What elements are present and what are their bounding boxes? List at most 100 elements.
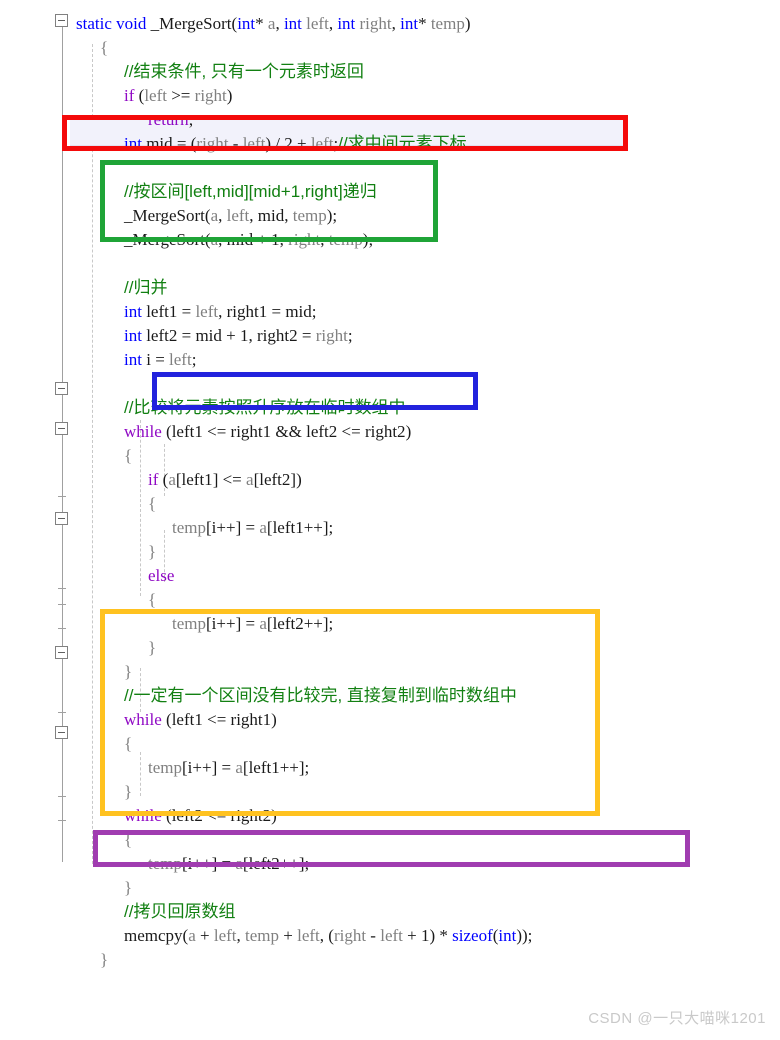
csdn-watermark: CSDN @一只大喵咪1201 [588, 1010, 766, 1027]
code-token: ); [362, 230, 374, 249]
code-line: } [124, 660, 132, 684]
code-token: while [124, 806, 162, 825]
code-token: int [124, 302, 142, 321]
code-line: //一定有一个区间没有比较完, 直接复制到临时数组中 [124, 684, 517, 708]
fold-toggle-function[interactable] [55, 14, 68, 27]
code-token: ; [188, 110, 194, 129]
code-token: int [337, 14, 356, 33]
code-line: } [148, 540, 156, 564]
code-token: left1 [171, 710, 203, 729]
code-token: { [124, 830, 133, 849]
code-token: ] <= [212, 470, 247, 489]
code-token: ( [134, 86, 145, 105]
code-token: right2 [364, 422, 406, 441]
code-token: right [359, 14, 392, 33]
fold-margin [0, 0, 70, 1040]
code-token: ) [271, 806, 277, 825]
code-token: , [275, 14, 284, 33]
code-line: { [100, 36, 108, 60]
code-line: //拷贝回原数组 [124, 900, 235, 924]
fold-end-tick [58, 796, 66, 797]
code-token: ) * [429, 926, 453, 945]
code-token: right1 [230, 422, 272, 441]
code-token: left1 [248, 758, 280, 777]
fold-toggle-while-merge[interactable] [55, 382, 68, 395]
code-token: + [195, 926, 214, 945]
code-token: , [320, 230, 329, 249]
fold-end-tick [58, 820, 66, 821]
code-token: static [76, 14, 112, 33]
code-token: temp [148, 758, 182, 777]
code-token: = [177, 302, 196, 321]
code-token: left [306, 14, 329, 33]
code-line: { [148, 588, 156, 612]
code-token: memcpy [124, 926, 183, 945]
code-token: sizeof [452, 926, 493, 945]
code-token: ( [161, 710, 172, 729]
code-token: _MergeSort [150, 14, 232, 33]
code-token: { [148, 590, 157, 609]
fold-end-tick [58, 604, 66, 605]
code-line: { [124, 828, 132, 852]
code-token: , [218, 230, 227, 249]
code-token: a [259, 518, 267, 537]
code-token: right2 [230, 806, 272, 825]
code-token: void [116, 14, 147, 33]
code-token: + [221, 326, 240, 345]
code-token: left [297, 926, 320, 945]
indent-guide [92, 44, 93, 864]
code-line: int mid = (right - left) / 2 + left;//求中… [124, 132, 467, 156]
code-token: //结束条件, 只有一个元素时返回 [124, 62, 364, 81]
code-token: - [228, 134, 243, 153]
code-token: 1 [271, 230, 280, 249]
code-token: int [124, 134, 142, 153]
code-token: ++]; [279, 854, 310, 873]
code-token: while [124, 422, 162, 441]
code-token: <= [337, 422, 365, 441]
code-line: } [124, 876, 132, 900]
code-token: right [333, 926, 367, 945]
code-token: temp [430, 14, 465, 33]
code-token: + [253, 230, 272, 249]
code-token: <= [202, 806, 231, 825]
code-token: && [271, 422, 307, 441]
code-editor-surface: static void _MergeSort(int* a, int left,… [0, 0, 780, 1040]
code-token: a [210, 230, 219, 249]
code-token: mid [257, 206, 285, 225]
fold-toggle-while-left2[interactable] [55, 726, 68, 739]
code-token: //拷贝回原数组 [124, 902, 236, 921]
code-token: return [148, 110, 189, 129]
code-line: //比较将元素按照升序放在临时数组中 [124, 396, 405, 420]
code-token: + [292, 134, 311, 153]
code-line: while (left2 <= right2) [124, 804, 277, 828]
code-line: while (left1 <= right1) [124, 708, 277, 732]
code-line: //归并 [124, 276, 167, 300]
code-token: a [235, 854, 243, 873]
code-token: right1 [230, 710, 272, 729]
code-token: ( [158, 470, 169, 489]
code-token: mid [285, 302, 312, 321]
code-line: //结束条件, 只有一个元素时返回 [124, 60, 364, 84]
code-token: left [213, 926, 237, 945]
code-token: int [283, 14, 302, 33]
code-token: right1 [226, 302, 268, 321]
code-token: mid [226, 230, 254, 249]
fold-end-tick [58, 712, 66, 713]
code-token: left2 [259, 470, 291, 489]
code-token: = [177, 326, 196, 345]
code-token: ; [191, 350, 197, 369]
code-token: , [284, 206, 293, 225]
code-token: left2 [248, 854, 280, 873]
code-token: if [124, 86, 135, 105]
fold-end-tick [58, 588, 66, 589]
code-line: if (a[left1] <= a[left2]) [148, 468, 302, 492]
code-line: _MergeSort(a, left, mid, temp); [124, 204, 337, 228]
code-line: temp[i++] = a[left2++]; [148, 852, 309, 876]
fold-toggle-else[interactable] [55, 512, 68, 525]
code-token: = [150, 350, 170, 369]
fold-toggle-if[interactable] [55, 422, 68, 435]
code-token: = [267, 302, 286, 321]
code-line: static void _MergeSort(int* a, int left,… [76, 12, 471, 36]
code-token: left1 [272, 518, 304, 537]
fold-toggle-while-left1[interactable] [55, 646, 68, 659]
